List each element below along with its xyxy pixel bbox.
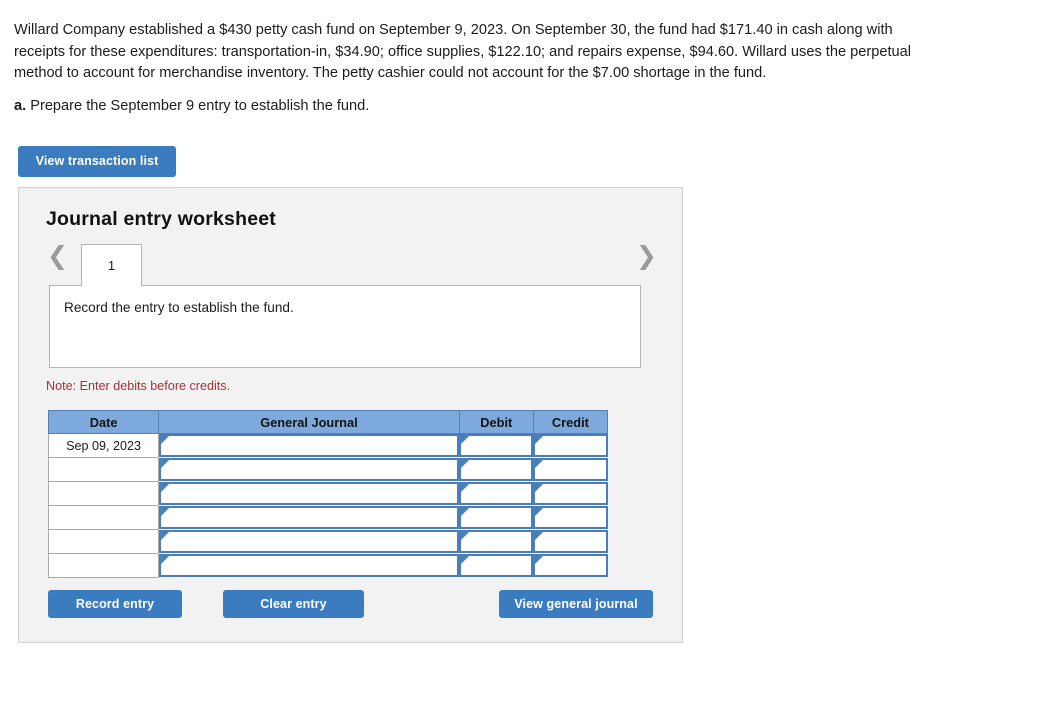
record-prompt-text: Record the entry to establish the fund. xyxy=(64,300,294,315)
problem-statement: Willard Company established a $430 petty… xyxy=(14,22,911,81)
table-row xyxy=(47,481,608,506)
column-header-date: Date xyxy=(47,410,160,434)
general-journal-input-box[interactable] xyxy=(159,506,460,529)
chevron-left-icon[interactable]: ❮ xyxy=(47,244,68,269)
table-row: Sep 09, 2023 xyxy=(47,433,608,458)
column-header-general-journal: General Journal xyxy=(158,410,460,434)
column-header-debit: Debit xyxy=(458,410,534,434)
date-cell[interactable] xyxy=(47,457,160,482)
column-header-credit: Credit xyxy=(532,410,609,434)
debit-input-box[interactable] xyxy=(459,458,534,481)
date-cell[interactable] xyxy=(47,529,160,554)
table-row xyxy=(47,529,608,554)
general-journal-input[interactable] xyxy=(158,553,460,578)
credit-input-box[interactable] xyxy=(533,554,608,577)
record-prompt-box: Record the entry to establish the fund. xyxy=(49,285,641,368)
debit-input[interactable] xyxy=(459,457,534,482)
credit-input[interactable] xyxy=(533,433,608,458)
credit-input-box[interactable] xyxy=(533,530,608,553)
credit-input-box[interactable] xyxy=(533,458,608,481)
table-row xyxy=(47,505,608,530)
general-journal-input-box[interactable] xyxy=(159,530,460,553)
record-entry-button[interactable]: Record entry xyxy=(48,590,182,618)
general-journal-input[interactable] xyxy=(158,529,460,554)
debit-input-box[interactable] xyxy=(459,506,534,529)
worksheet-tab-1[interactable]: 1 xyxy=(81,244,142,286)
date-cell[interactable] xyxy=(47,553,160,578)
general-journal-input-box[interactable] xyxy=(159,434,460,458)
debit-input-box[interactable] xyxy=(459,554,534,577)
debit-input[interactable] xyxy=(459,529,534,554)
table-header-row: Date General Journal Debit Credit xyxy=(47,410,609,434)
table-row xyxy=(47,457,608,482)
view-transaction-list-button[interactable]: View transaction list xyxy=(18,146,176,177)
journal-entry-table: Date General Journal Debit Credit Sep 09… xyxy=(47,410,609,578)
credit-input[interactable] xyxy=(533,457,608,482)
view-general-journal-button[interactable]: View general journal xyxy=(499,590,653,618)
general-journal-input-box[interactable] xyxy=(159,482,460,505)
debit-input[interactable] xyxy=(459,433,534,458)
chevron-right-icon[interactable]: ❯ xyxy=(636,244,657,269)
credit-input-box[interactable] xyxy=(533,482,608,505)
general-journal-input-box[interactable] xyxy=(159,458,460,481)
date-cell[interactable]: Sep 09, 2023 xyxy=(47,433,160,458)
debit-input[interactable] xyxy=(459,553,534,578)
journal-entry-worksheet-panel: Journal entry worksheet ❮ ❯ 1 Record the… xyxy=(18,187,683,643)
worksheet-title: Journal entry worksheet xyxy=(46,208,277,230)
general-journal-input[interactable] xyxy=(158,433,460,458)
table-row xyxy=(47,553,608,578)
requirement-line: a. Prepare the September 9 entry to esta… xyxy=(14,96,369,116)
credit-input[interactable] xyxy=(533,529,608,554)
general-journal-input-box[interactable] xyxy=(159,554,460,577)
general-journal-input[interactable] xyxy=(158,457,460,482)
requirement-label: a. xyxy=(14,98,27,114)
credit-input[interactable] xyxy=(533,553,608,578)
debits-before-credits-note: Note: Enter debits before credits. xyxy=(46,379,231,393)
debit-input[interactable] xyxy=(459,481,534,506)
credit-input-box[interactable] xyxy=(533,506,608,529)
credit-input[interactable] xyxy=(533,481,608,506)
debit-input[interactable] xyxy=(459,505,534,530)
general-journal-input[interactable] xyxy=(158,481,460,506)
date-cell[interactable] xyxy=(47,505,160,530)
requirement-text: Prepare the September 9 entry to establi… xyxy=(26,98,370,114)
credit-input[interactable] xyxy=(533,505,608,530)
date-cell[interactable] xyxy=(47,481,160,506)
debit-input-box[interactable] xyxy=(459,482,534,505)
clear-entry-button[interactable]: Clear entry xyxy=(223,590,364,618)
debit-input-box[interactable] xyxy=(459,530,534,553)
debit-input-box[interactable] xyxy=(459,434,534,458)
credit-input-box[interactable] xyxy=(533,434,608,458)
general-journal-input[interactable] xyxy=(158,505,460,530)
